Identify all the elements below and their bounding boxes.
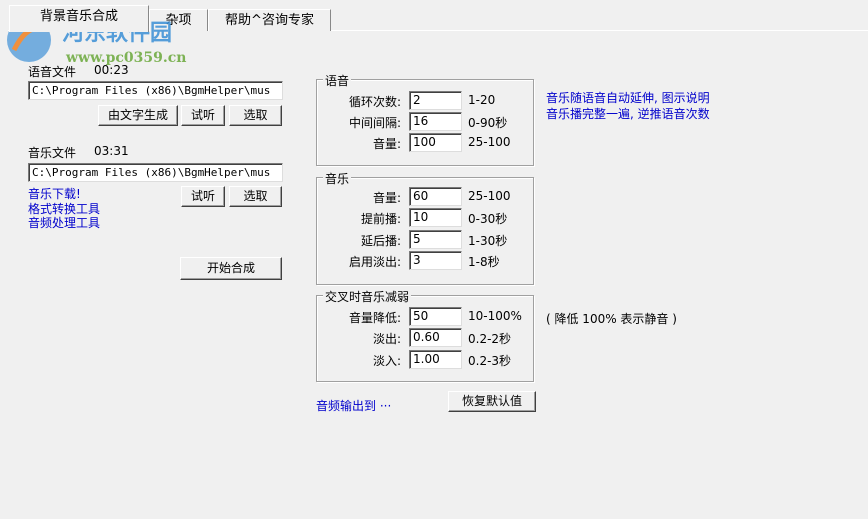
music-group-row-input[interactable]: 3: [409, 251, 462, 270]
voice-group-row-input[interactable]: 16: [409, 112, 462, 131]
music-group-row-input[interactable]: 5: [409, 230, 462, 249]
voice-group-row-input[interactable]: 100: [409, 133, 462, 152]
music-group-row-input[interactable]: 60: [409, 187, 462, 206]
voice-file-label: 语音文件: [28, 65, 77, 79]
voice-select-button[interactable]: 选取: [229, 105, 282, 126]
music-listen-button[interactable]: 试听: [181, 186, 225, 207]
music-group-row-input[interactable]: 10: [409, 208, 462, 227]
voice-group-row-label: 循环次数:: [348, 95, 401, 109]
audio-output-link[interactable]: 音频输出到 ···: [316, 397, 391, 414]
cross-group-row-label: 淡出:: [372, 332, 401, 346]
voice-group-row-label: 音量:: [372, 137, 401, 151]
cross-group-row-input[interactable]: 50: [409, 307, 462, 326]
voice-group-row-label: 中间间隔:: [348, 116, 401, 130]
voice-group-title: 语音: [323, 72, 352, 89]
voice-listen-button[interactable]: 试听: [181, 105, 225, 126]
cross-group-row-label: 淡入:: [372, 354, 401, 368]
cross-group-row-input[interactable]: 1.00: [409, 350, 462, 369]
tab-help[interactable]: 帮助^咨询专家: [208, 9, 331, 31]
cross-note: ( 降低 100% 表示静音 ): [546, 312, 677, 326]
cross-group-row-range: 0.2-2秒: [468, 332, 512, 346]
music-group-row-range: 1-30秒: [468, 234, 508, 248]
cross-group-row-range: 10-100%: [468, 309, 522, 323]
tab-misc[interactable]: 杂项: [149, 9, 208, 31]
cross-group-row-range: 0.2-3秒: [468, 354, 512, 368]
music-group-title: 音乐: [323, 170, 352, 187]
note-line-1[interactable]: 音乐随语音自动延伸, 图示说明: [546, 89, 710, 106]
tab-background-music[interactable]: 背景音乐合成: [9, 5, 149, 32]
music-group-row-range: 1-8秒: [468, 255, 500, 269]
cross-group-row-input[interactable]: 0.60: [409, 328, 462, 347]
cross-group-row-label: 音量降低:: [348, 311, 401, 325]
music-group-row-range: 0-30秒: [468, 212, 508, 226]
voice-group-row-range: 25-100: [468, 135, 511, 149]
music-group-row-label: 启用淡出:: [348, 255, 401, 269]
cross-group-title: 交叉时音乐减弱: [323, 288, 412, 305]
voice-path-input[interactable]: C:\Program Files (x86)\BgmHelper\mus: [28, 81, 283, 100]
voice-group-row-input[interactable]: 2: [409, 91, 462, 110]
music-path-input[interactable]: C:\Program Files (x86)\BgmHelper\mus: [28, 163, 283, 182]
music-group-row-label: 提前播:: [360, 212, 401, 226]
music-select-button[interactable]: 选取: [229, 186, 282, 207]
restore-defaults-button[interactable]: 恢复默认值: [448, 391, 536, 412]
music-group-row-label: 音量:: [372, 191, 401, 205]
music-file-label: 音乐文件: [28, 146, 77, 160]
voice-duration: 00:23: [94, 63, 129, 77]
music-duration: 03:31: [94, 144, 129, 158]
voice-group-row-range: 0-90秒: [468, 116, 508, 130]
audio-tools-link[interactable]: 音频处理工具: [28, 214, 100, 231]
generate-from-text-button[interactable]: 由文字生成: [98, 105, 178, 126]
note-line-2[interactable]: 音乐播完整一遍, 逆推语音次数: [546, 105, 710, 122]
start-mix-button[interactable]: 开始合成: [180, 257, 282, 280]
music-group-row-label: 延后播:: [360, 234, 401, 248]
music-group-row-range: 25-100: [468, 189, 511, 203]
voice-group-row-range: 1-20: [468, 93, 496, 107]
